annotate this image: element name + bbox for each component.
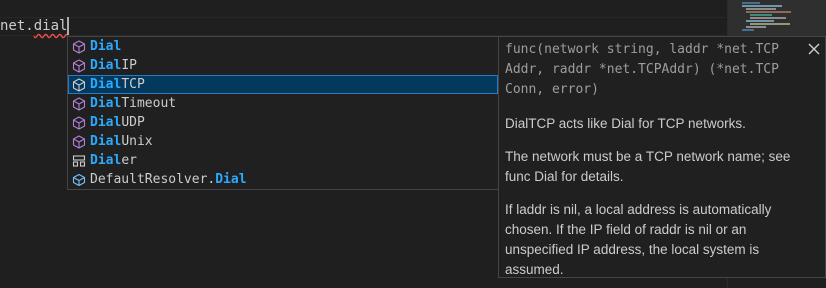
- suggest-details: func(network string, laddr *net.TCP Addr…: [498, 36, 826, 278]
- suggestion-item[interactable]: DialTCP: [68, 75, 498, 94]
- minimap-line: [746, 11, 791, 13]
- suggestion-rest: IP: [121, 58, 137, 73]
- suggestion-label: DialUnix: [90, 132, 153, 151]
- suggest-widget: Dial DialIP DialTCP DialTimeout DialUDP DialU…: [67, 36, 499, 190]
- suggestion-rest: er: [121, 153, 137, 168]
- method-icon: [68, 56, 90, 75]
- doc-line: unspecified IP address, the local system…: [505, 242, 760, 257]
- method-icon: [68, 37, 90, 56]
- minimap-line: [742, 5, 782, 7]
- suggestion-label: DialUDP: [90, 113, 145, 132]
- doc-paragraph: DialTCP acts like Dial for TCP networks.: [505, 114, 805, 134]
- suggestion-item[interactable]: DialTimeout: [68, 94, 498, 113]
- close-details-button[interactable]: [806, 41, 822, 57]
- suggestion-item[interactable]: DialUDP: [68, 113, 498, 132]
- suggestion-label: DefaultResolver.Dial: [90, 170, 247, 189]
- signature-line: Conn, error): [505, 82, 599, 97]
- minimap-line: [746, 26, 766, 28]
- signature-line: func(network string, laddr *net.TCP: [505, 42, 779, 57]
- suggestion-rest: TCP: [121, 77, 145, 92]
- suggestion-match: Dial: [215, 172, 247, 187]
- suggestion-label: DialTCP: [90, 75, 145, 94]
- doc-line: func Dial for details.: [505, 169, 624, 184]
- editor-line[interactable]: net.dial: [0, 16, 67, 36]
- minimap-line: [742, 29, 754, 31]
- suggestion-match: Dial: [90, 96, 122, 111]
- doc-paragraph: If laddr is nil, a local address is auto…: [505, 200, 805, 277]
- doc-line: assumed.: [505, 262, 564, 277]
- field-icon: [68, 170, 90, 189]
- suggestion-label: DialIP: [90, 56, 137, 75]
- doc-line: The network must be a TCP network name; …: [505, 149, 791, 164]
- minimap-line: [750, 17, 786, 19]
- suggestion-match: Dial: [90, 77, 122, 92]
- struct-icon: [68, 151, 90, 170]
- suggestion-item[interactable]: Dialer: [68, 151, 498, 170]
- suggestion-match: Dial: [90, 115, 122, 130]
- minimap-line: [750, 23, 790, 25]
- suggestion-match: Dial: [90, 153, 122, 168]
- suggestion-rest: Unix: [121, 134, 153, 149]
- method-icon: [68, 113, 90, 132]
- minimap-line: [746, 8, 776, 10]
- suggestion-match: Dial: [90, 58, 122, 73]
- suggestion-item[interactable]: DialIP: [68, 56, 498, 75]
- suggestion-rest: UDP: [121, 115, 145, 130]
- code-text: net.: [0, 18, 34, 34]
- current-line-highlight: [0, 17, 726, 36]
- doc-line: DialTCP acts like Dial for TCP networks.: [505, 116, 746, 131]
- suggestion-label: DialTimeout: [90, 94, 176, 113]
- minimap-line: [742, 2, 760, 4]
- code-error-text: dial: [33, 18, 68, 34]
- method-icon: [68, 132, 90, 151]
- signature: func(network string, laddr *net.TCP Addr…: [505, 40, 805, 100]
- signature-line: Addr, raddr *net.TCPAddr) (*net.TCP: [505, 62, 779, 77]
- suggestion-label: Dialer: [90, 151, 137, 170]
- suggestion-item[interactable]: DialUnix: [68, 132, 498, 151]
- method-icon: [68, 94, 90, 113]
- doc-paragraph: The network must be a TCP network name; …: [505, 147, 805, 187]
- close-icon: [808, 43, 820, 55]
- minimap-line: [750, 14, 772, 16]
- suggestion-match: Dial: [90, 39, 122, 54]
- method-icon: [68, 75, 90, 94]
- suggestion-prefix: DefaultResolver.: [90, 172, 216, 187]
- suggestion-match: Dial: [90, 134, 122, 149]
- minimap-line: [746, 20, 774, 22]
- suggestion-item[interactable]: Dial: [68, 37, 498, 56]
- doc-line: chosen. If the IP field of raddr is nil …: [505, 222, 747, 237]
- text-cursor: [67, 17, 69, 35]
- suggestion-rest: Timeout: [121, 96, 177, 111]
- suggestion-label: Dial: [90, 37, 121, 56]
- doc-line: If laddr is nil, a local address is auto…: [505, 202, 772, 217]
- suggestion-item[interactable]: DefaultResolver.Dial: [68, 170, 498, 189]
